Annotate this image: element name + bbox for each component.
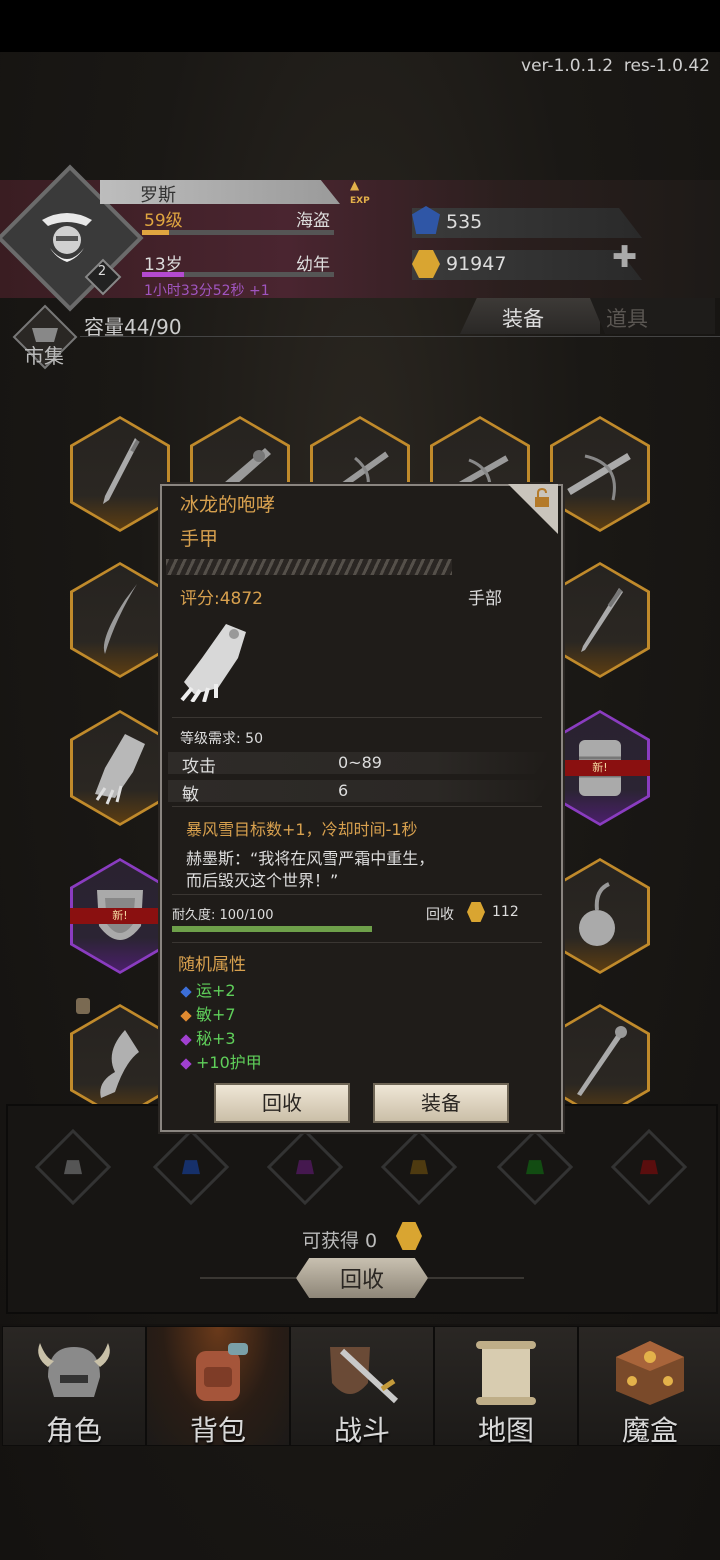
helmet-icon <box>38 1343 110 1397</box>
cloth-icon <box>100 1030 139 1098</box>
lock-icon <box>76 998 90 1014</box>
durability-label: 耐久度: 100/100 <box>172 908 274 923</box>
market-label[interactable]: 市集 <box>24 340 64 369</box>
tab-equipment-label[interactable]: 装备 <box>502 303 544 333</box>
status-bar <box>0 0 720 52</box>
random-attribute: 运+2 <box>180 977 236 1001</box>
level-progress-bar <box>142 230 334 235</box>
diamond-icon <box>180 986 192 998</box>
name-plate <box>100 180 340 204</box>
age-progress-bar <box>142 272 334 277</box>
durability-bar <box>172 926 372 932</box>
nav-character[interactable]: 角色 <box>2 1326 146 1447</box>
staff-icon <box>577 1026 627 1096</box>
divider <box>172 894 542 895</box>
nav-label: 战斗 <box>333 1414 390 1447</box>
new-tag: 新! <box>70 908 170 924</box>
available-reward: 可获得 0 <box>302 1230 378 1252</box>
divider <box>172 942 542 943</box>
item-slot: 手部 <box>468 589 502 609</box>
player-class: 海盗 <box>296 211 330 231</box>
equip-button-label[interactable]: 装备 <box>373 1087 509 1116</box>
gem-count: 535 <box>446 211 483 233</box>
recycle-button-label[interactable]: 回收 <box>214 1087 350 1116</box>
new-tag: 新! <box>550 760 650 776</box>
age-timer: 1小时33分52秒 +1 <box>144 283 270 299</box>
item-lore: 赫墨斯：“我将在风雪严霜中重生， <box>186 849 435 868</box>
nav-battle[interactable]: 战斗 <box>290 1326 434 1447</box>
nav-label: 魔盒 <box>621 1414 678 1447</box>
gauntlet-icon <box>180 624 246 702</box>
level-requirement: 等级需求: 50 <box>180 731 263 747</box>
sword-shield-icon <box>330 1347 399 1404</box>
stat-name: 敏 <box>182 785 199 805</box>
diamond-icon <box>180 1010 192 1022</box>
diamond-icon <box>180 1034 192 1046</box>
bag-icon <box>182 1160 200 1175</box>
divider <box>172 806 542 807</box>
recycle-all-label[interactable]: 回收 <box>296 1262 428 1294</box>
gourd-icon <box>579 882 615 946</box>
bag-icon <box>526 1160 544 1175</box>
nav-label: 地图 <box>477 1414 534 1447</box>
bag-icon <box>410 1160 428 1175</box>
nav-magic-box[interactable]: 魔盒 <box>578 1326 720 1447</box>
bag-icon <box>640 1160 658 1175</box>
divider <box>200 1277 296 1279</box>
backpack-icon <box>196 1343 248 1401</box>
bag-icon <box>296 1160 314 1175</box>
divider <box>428 1277 524 1279</box>
divider <box>80 336 720 337</box>
random-attributes-title: 随机属性 <box>178 955 246 975</box>
dagger-icon <box>581 588 623 652</box>
nav-map[interactable]: 地图 <box>434 1326 578 1447</box>
stat-value: 0~89 <box>338 753 382 772</box>
gold-count: 91947 <box>446 253 507 275</box>
nav-label: 角色 <box>45 1414 102 1447</box>
unlock-icon[interactable] <box>532 488 552 508</box>
rarity-stripe <box>166 559 452 575</box>
random-attribute: +10护甲 <box>180 1049 262 1073</box>
crossbow-icon <box>567 452 631 501</box>
nav-label: 背包 <box>189 1414 246 1447</box>
player-name: 罗斯 <box>140 185 176 206</box>
item-score: 评分:4872 <box>180 589 263 609</box>
stat-value: 6 <box>338 781 349 800</box>
scroll-map-icon <box>476 1341 536 1405</box>
pirate-avatar-icon <box>42 213 92 262</box>
rank-badge-value: 2 <box>97 264 107 279</box>
stat-row <box>168 780 550 802</box>
random-attribute: 敏+7 <box>180 1001 236 1025</box>
add-currency-icon[interactable]: ✚ <box>612 240 637 275</box>
tab-items-label[interactable]: 道具 <box>606 303 648 333</box>
item-lore: 而后毁灭这个世界！” <box>186 871 339 890</box>
diamond-icon <box>180 1058 192 1070</box>
recycle-value-label: 回收 <box>426 907 454 923</box>
divider <box>172 717 542 718</box>
stat-name: 攻击 <box>182 757 216 777</box>
exp-icon: ▲ EXP <box>350 178 370 206</box>
player-level: 59级 <box>144 211 183 231</box>
item-name: 冰龙的咆哮 <box>180 494 276 516</box>
magic-box-icon <box>616 1341 684 1405</box>
item-effect: 暴风雪目标数+1，冷却时间-1秒 <box>186 820 418 839</box>
version-label: ver-1.0.1.2 res-1.0.42 <box>521 56 710 76</box>
recycle-value: 112 <box>492 904 519 920</box>
gauntlet-icon <box>95 734 145 805</box>
bag-icon <box>64 1160 82 1175</box>
nav-backpack[interactable]: 背包 <box>146 1326 290 1447</box>
dagger-icon <box>103 438 140 504</box>
random-attribute: 秘+3 <box>180 1025 236 1049</box>
item-type: 手甲 <box>180 528 219 550</box>
curved-blade-icon <box>103 584 137 654</box>
